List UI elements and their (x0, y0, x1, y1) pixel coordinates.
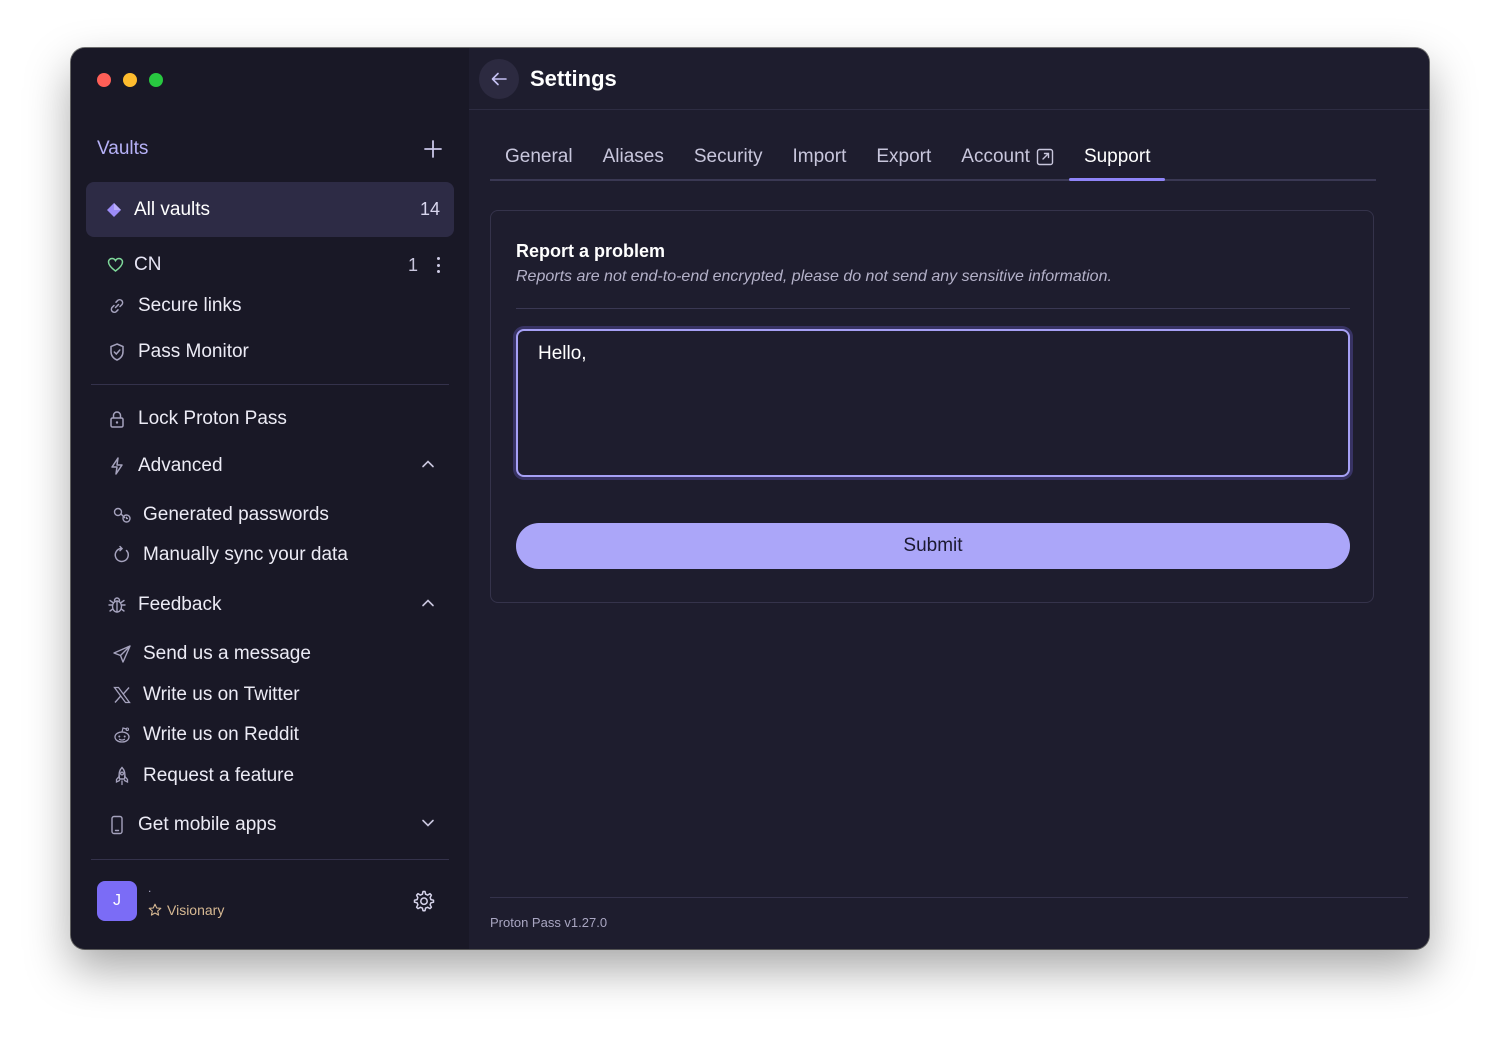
settings-tabs: General Aliases Security Import Export A… (490, 134, 1376, 181)
vaults-title: Vaults (97, 138, 149, 159)
sidebar-item-label: Secure links (138, 295, 242, 316)
shield-check-icon (107, 342, 127, 362)
sidebar-item-twitter[interactable]: Write us on Twitter (112, 679, 452, 711)
plan-badge: Visionary (148, 902, 224, 918)
user-area: J . Visionary (97, 879, 437, 923)
tab-import[interactable]: Import (778, 134, 862, 179)
bug-icon (107, 595, 127, 615)
vault-options-button[interactable] (432, 255, 444, 275)
chevron-down-icon (421, 814, 435, 836)
sidebar-item-label: Advanced (138, 455, 223, 476)
mobile-icon (107, 815, 127, 835)
external-link-icon (1036, 148, 1054, 166)
chevron-up-icon (421, 594, 435, 616)
problem-description-input[interactable]: Hello, (516, 329, 1350, 477)
vaults-header: Vaults (97, 136, 445, 162)
paper-plane-icon (112, 644, 132, 664)
vault-count: 1 (407, 254, 418, 275)
add-vault-button[interactable] (421, 137, 445, 161)
submit-button[interactable]: Submit (516, 523, 1350, 569)
bolt-icon (107, 456, 127, 476)
sidebar-item-manual-sync[interactable]: Manually sync your data (112, 539, 452, 571)
heart-icon (107, 257, 124, 272)
tab-general[interactable]: General (490, 134, 588, 179)
sidebar-item-label: Write us on Twitter (143, 684, 300, 705)
plan-label: Visionary (167, 902, 225, 918)
tab-label: Account (961, 145, 1030, 167)
sidebar-item-label: Manually sync your data (143, 544, 348, 565)
link-icon (107, 296, 127, 316)
sidebar-item-label: Send us a message (143, 643, 311, 664)
user-meta: . Visionary (148, 881, 224, 918)
refresh-icon (112, 545, 132, 565)
tab-support[interactable]: Support (1068, 134, 1166, 181)
plus-icon (424, 140, 442, 158)
sidebar-item-request-feature[interactable]: Request a feature (112, 760, 452, 792)
reddit-icon (112, 725, 132, 745)
arrow-left-icon (491, 72, 507, 85)
key-history-icon (112, 505, 132, 525)
vault-label: All vaults (134, 198, 211, 220)
diamond-icon (107, 202, 121, 217)
sidebar-item-reddit[interactable]: Write us on Reddit (112, 719, 452, 751)
card-title: Report a problem (516, 241, 666, 261)
sidebar-item-advanced[interactable]: Advanced (107, 450, 447, 482)
footer-divider (490, 897, 1408, 898)
sidebar-item-label: Write us on Reddit (143, 724, 299, 745)
vault-count: 14 (419, 199, 440, 219)
settings-button[interactable] (409, 887, 437, 915)
sidebar-item-label: Generated passwords (143, 504, 329, 525)
back-button[interactable] (479, 58, 519, 99)
page-title: Settings (530, 65, 617, 91)
chevron-up-icon (421, 455, 435, 477)
report-problem-card: Report a problem Reports are not end-to-… (490, 210, 1374, 603)
sidebar-item-pass-monitor[interactable]: Pass Monitor (107, 336, 447, 368)
card-divider (516, 308, 1350, 309)
tab-aliases[interactable]: Aliases (588, 134, 679, 179)
app-window: Vaults All vaults 14 CN 1 Secure links P… (71, 48, 1429, 949)
header: Settings (469, 48, 1429, 110)
vault-item-all-vaults[interactable]: All vaults 14 (86, 182, 454, 237)
sidebar-item-generated-passwords[interactable]: Generated passwords (112, 499, 452, 531)
star-icon (148, 903, 162, 916)
user-name: . (148, 881, 152, 895)
vault-item-cn[interactable]: CN 1 (86, 250, 454, 280)
sidebar-item-label: Lock Proton Pass (138, 408, 287, 429)
gear-icon (413, 890, 435, 912)
sidebar-divider (91, 384, 449, 385)
tab-security[interactable]: Security (679, 134, 778, 179)
sidebar-item-mobile-apps[interactable]: Get mobile apps (107, 809, 447, 841)
sidebar: Vaults All vaults 14 CN 1 Secure links P… (71, 48, 469, 949)
minimize-window-button[interactable] (123, 73, 137, 87)
sidebar-divider (91, 859, 449, 860)
rocket-icon (112, 766, 132, 786)
sidebar-item-lock[interactable]: Lock Proton Pass (107, 403, 447, 435)
sidebar-item-secure-links[interactable]: Secure links (107, 290, 447, 322)
lock-icon (107, 409, 127, 429)
sidebar-item-feedback[interactable]: Feedback (107, 589, 447, 621)
tab-export[interactable]: Export (861, 134, 946, 179)
app-version: Proton Pass v1.27.0 (490, 915, 608, 930)
tab-account[interactable]: Account (946, 134, 1069, 179)
close-window-button[interactable] (97, 73, 111, 87)
encryption-note: Reports are not end-to-end encrypted, pl… (516, 268, 1112, 285)
x-logo-icon (112, 685, 132, 705)
main-panel: Settings General Aliases Security Import… (469, 48, 1429, 949)
sidebar-item-label: Request a feature (143, 765, 295, 786)
sidebar-item-label: Get mobile apps (138, 814, 277, 835)
sidebar-item-label: Pass Monitor (138, 341, 249, 362)
vault-label: CN (134, 254, 162, 275)
window-controls (97, 73, 163, 87)
sidebar-item-label: Feedback (138, 594, 222, 615)
maximize-window-button[interactable] (149, 73, 163, 87)
avatar[interactable]: J (97, 881, 137, 921)
sidebar-item-send-message[interactable]: Send us a message (112, 638, 452, 670)
